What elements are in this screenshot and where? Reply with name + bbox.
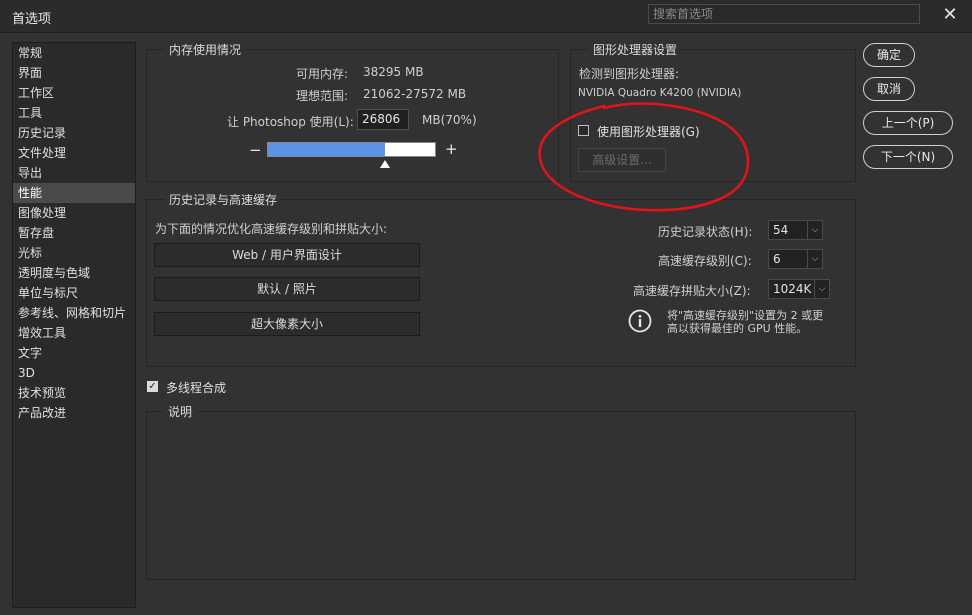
sidebar-item[interactable]: 导出 xyxy=(13,163,135,183)
detected-gpu-label: 检测到图形处理器: xyxy=(579,67,680,81)
sidebar-item[interactable]: 3D xyxy=(13,363,135,383)
cache-tile-size-label: 高速缓存拼贴大小(Z): xyxy=(633,284,751,298)
chevron-down-icon: ⌵ xyxy=(807,250,822,268)
sidebar-item[interactable]: 单位与标尺 xyxy=(13,283,135,303)
cache-levels-select[interactable]: 6 ⌵ xyxy=(768,249,823,269)
close-icon[interactable]: ✕ xyxy=(940,5,960,25)
gpu-note-line2: 高以获得最佳的 GPU 性能。 xyxy=(667,322,808,335)
sidebar-item[interactable]: 文字 xyxy=(13,343,135,363)
memory-usage-input[interactable]: 26806 xyxy=(357,109,409,130)
sidebar-item[interactable]: 常规 xyxy=(13,43,135,63)
available-memory-value: 38295 MB xyxy=(363,65,424,79)
annotation-circle xyxy=(538,102,750,212)
previous-button[interactable]: 上一个(P) xyxy=(863,111,953,135)
memory-decrease-button[interactable]: − xyxy=(249,141,262,159)
cache-tile-size-value: 1024K xyxy=(773,282,812,296)
optimize-label: 为下面的情况优化高速缓存级别和拼贴大小: xyxy=(155,222,388,236)
sidebar-item[interactable]: 工具 xyxy=(13,103,135,123)
sidebar-item[interactable]: 参考线、网格和切片 xyxy=(13,303,135,323)
sidebar-item[interactable]: 工作区 xyxy=(13,83,135,103)
cache-levels-value: 6 xyxy=(773,252,781,266)
sidebar-item[interactable]: 历史记录 xyxy=(13,123,135,143)
gpu-group-title: 图形处理器设置 xyxy=(588,41,683,58)
sidebar-item[interactable]: 文件处理 xyxy=(13,143,135,163)
sidebar-item[interactable]: 性能 xyxy=(13,183,135,203)
memory-group-title: 内存使用情况 xyxy=(164,41,247,58)
sidebar-item[interactable]: 图像处理 xyxy=(13,203,135,223)
huge-pixel-preset-button[interactable]: 超大像素大小 xyxy=(154,312,420,336)
memory-slider-track[interactable] xyxy=(267,142,436,157)
sidebar-item[interactable]: 透明度与色域 xyxy=(13,263,135,283)
memory-increase-button[interactable]: + xyxy=(445,140,458,158)
history-cache-group-title: 历史记录与高速缓存 xyxy=(164,191,283,208)
next-button[interactable]: 下一个(N) xyxy=(863,145,953,169)
cancel-button[interactable]: 取消 xyxy=(863,77,915,101)
cache-levels-label: 高速缓存级别(C): xyxy=(658,254,752,268)
description-group xyxy=(146,411,856,580)
multithread-label[interactable]: 多线程合成 xyxy=(166,379,226,396)
history-states-label: 历史记录状态(H): xyxy=(658,225,753,239)
history-states-select[interactable]: 54 ⌵ xyxy=(768,220,823,240)
sidebar: 常规 界面 工作区 工具 历史记录 文件处理 导出 性能 图像处理 暂存盘 光标 透明度与色域 单位与标… xyxy=(12,42,136,608)
memory-slider-fill xyxy=(268,143,385,156)
let-photoshop-use-label: 让 Photoshop 使用(L): xyxy=(227,115,354,129)
sidebar-item[interactable]: 光标 xyxy=(13,243,135,263)
sidebar-item[interactable]: 界面 xyxy=(13,63,135,83)
web-ui-preset-button[interactable]: Web / 用户界面设计 xyxy=(154,243,420,267)
sidebar-item[interactable]: 增效工具 xyxy=(13,323,135,343)
default-photo-preset-button[interactable]: 默认 / 照片 xyxy=(154,277,420,301)
chevron-down-icon: ⌵ xyxy=(814,280,829,298)
info-icon xyxy=(628,309,652,333)
window-title: 首选项 xyxy=(12,12,52,27)
multithread-checkbox[interactable]: ✓ xyxy=(147,381,158,392)
sidebar-item[interactable]: 技术预览 xyxy=(13,383,135,403)
chevron-down-icon: ⌵ xyxy=(807,221,822,239)
memory-usage-unit: MB(70%) xyxy=(422,113,477,127)
ok-button[interactable]: 确定 xyxy=(863,43,915,67)
history-states-value: 54 xyxy=(773,223,789,237)
sidebar-item[interactable]: 暂存盘 xyxy=(13,223,135,243)
search-input[interactable] xyxy=(648,4,920,24)
memory-slider-thumb[interactable] xyxy=(380,160,391,168)
ideal-range-label: 理想范围: xyxy=(296,89,349,103)
ideal-range-value: 21062-27572 MB xyxy=(363,87,467,101)
cache-tile-size-select[interactable]: 1024K ⌵ xyxy=(768,279,830,299)
available-memory-label: 可用内存: xyxy=(296,67,349,81)
sidebar-item[interactable]: 产品改进 xyxy=(13,403,135,423)
description-group-title: 说明 xyxy=(163,403,198,420)
